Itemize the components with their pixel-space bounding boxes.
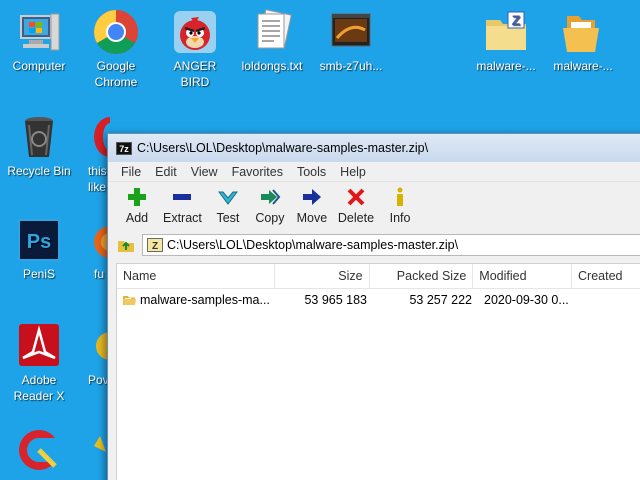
up-folder-button[interactable] <box>116 235 136 255</box>
row-packed-cell: 53 257 222 <box>409 293 472 307</box>
info-button[interactable]: Info <box>379 186 421 225</box>
desktop-icon-malware-zip[interactable]: Z malware-... <box>468 8 544 74</box>
folder-up-icon <box>118 241 134 252</box>
desktop-icon-label: malware-... <box>476 59 536 73</box>
desktop-icon-label: PeniS <box>22 267 56 281</box>
title-bar[interactable]: 7z C:\Users\LOL\Desktop\malware-samples-… <box>108 134 640 162</box>
svg-text:Z: Z <box>512 12 521 28</box>
chrome-icon <box>92 8 140 56</box>
svg-text:Z: Z <box>152 241 158 252</box>
desktop-icon-computer[interactable]: Computer <box>1 8 77 74</box>
desktop-icon-chrome[interactable]: Google Chrome <box>78 8 154 90</box>
table-row[interactable]: malware-samples-ma... 53 965 183 53 257 … <box>117 289 640 311</box>
file-list[interactable]: Name Size Packed Size Modified Created m… <box>116 263 640 480</box>
address-field[interactable]: Z C:\Users\LOL\Desktop\malware-samples-m… <box>142 234 640 256</box>
desktop-icon-smb[interactable]: smb-z7uh... <box>313 8 389 74</box>
move-label: Move <box>296 211 328 225</box>
desktop-icon-label: smb-z7uh... <box>319 59 383 73</box>
add-label: Add <box>125 211 149 225</box>
check-icon <box>217 191 238 205</box>
7zip-window[interactable]: 7z C:\Users\LOL\Desktop\malware-samples-… <box>107 133 640 480</box>
row-size-cell: 53 965 183 <box>304 293 367 307</box>
desktop-icon-loldongs[interactable]: loldongs.txt <box>234 8 310 74</box>
computer-icon <box>15 8 63 56</box>
menu-bar: File Edit View Favorites Tools Help <box>108 162 640 182</box>
column-packed-size[interactable]: Packed Size <box>370 264 474 288</box>
desktop-icon-label: Google Chrome <box>94 59 138 89</box>
desktop-icon-ccleaner[interactable] <box>1 426 77 476</box>
menu-file[interactable]: File <box>114 165 148 179</box>
menu-view[interactable]: View <box>184 165 225 179</box>
opera-icon <box>70 113 126 161</box>
plus-icon <box>128 188 146 206</box>
add-button[interactable]: Add <box>116 186 158 225</box>
column-created[interactable]: Created <box>572 264 640 288</box>
extract-button[interactable]: Extract <box>158 186 207 225</box>
row-modified-cell: 2020-09-30 0... <box>484 293 569 307</box>
column-name[interactable]: Name <box>117 264 275 288</box>
video-file-icon <box>327 8 375 56</box>
7zip-logo-icon: 7z <box>116 141 132 155</box>
menu-tools[interactable]: Tools <box>290 165 333 179</box>
column-size[interactable]: Size <box>275 264 370 288</box>
angry-bird-icon <box>171 8 219 56</box>
star-icon <box>70 426 110 474</box>
menu-help[interactable]: Help <box>333 165 373 179</box>
adobe-reader-icon <box>15 322 63 370</box>
window-title: C:\Users\LOL\Desktop\malware-samples-mas… <box>137 141 429 155</box>
text-file-icon <box>248 8 296 56</box>
info-icon <box>397 187 404 206</box>
menu-edit[interactable]: Edit <box>148 165 184 179</box>
address-text: C:\Users\LOL\Desktop\malware-samples-mas… <box>167 238 459 252</box>
toolbar: Add Extract Test Copy Move Delete Info <box>108 182 640 232</box>
copy-label: Copy <box>255 211 285 225</box>
move-button[interactable]: Move <box>291 186 333 225</box>
folder-icon <box>559 8 607 56</box>
test-button[interactable]: Test <box>207 186 249 225</box>
folder-icon <box>123 296 136 305</box>
extract-label: Extract <box>163 211 202 225</box>
menu-favorites[interactable]: Favorites <box>225 165 290 179</box>
desktop-icon-label: Pov <box>88 373 109 387</box>
desktop-icon-this-like[interactable]: this like <box>70 113 126 195</box>
file-list-header: Name Size Packed Size Modified Created <box>117 264 640 289</box>
desktop-icon-label: this like <box>88 164 107 194</box>
minus-icon <box>173 194 192 200</box>
svg-text:Ps: Ps <box>27 231 51 253</box>
desktop-icon-photoshop[interactable]: Ps PeniS <box>1 216 77 282</box>
delete-button[interactable]: Delete <box>333 186 379 225</box>
desktop-icon-anger-bird[interactable]: ANGER BIRD <box>157 8 233 90</box>
column-modified[interactable]: Modified <box>473 264 572 288</box>
copy-button[interactable]: Copy <box>249 186 291 225</box>
desktop-icon-label: loldongs.txt <box>241 59 303 73</box>
desktop-icon-malware-folder[interactable]: malware-... <box>545 8 621 74</box>
address-bar: Z C:\Users\LOL\Desktop\malware-samples-m… <box>108 232 640 258</box>
row-name-cell: malware-samples-ma... <box>117 293 277 307</box>
desktop-icon-adobe-reader[interactable]: Adobe Reader X <box>1 322 77 404</box>
arrow-right-icon <box>302 189 321 205</box>
recycle-bin-icon <box>15 113 63 161</box>
app-icon <box>70 322 124 370</box>
desktop-icon-label: malware-... <box>553 59 613 73</box>
desktop-icon-label: Recycle Bin <box>7 164 71 178</box>
desktop-icon-pow[interactable]: Pov <box>70 322 124 388</box>
desktop-icon-label: ANGER BIRD <box>173 59 217 89</box>
test-label: Test <box>216 211 240 225</box>
desktop-icon-label: fu <box>94 267 105 281</box>
photoshop-icon: Ps <box>15 216 63 264</box>
ccleaner-icon <box>15 426 63 474</box>
delete-label: Delete <box>337 211 375 225</box>
double-arrow-icon <box>260 189 281 205</box>
desktop-icon-partial[interactable] <box>70 426 110 476</box>
row-name-text: malware-samples-ma... <box>140 293 270 307</box>
info-label: Info <box>389 211 411 225</box>
zip-archive-icon: Z <box>147 238 163 252</box>
firefox-icon <box>70 216 126 264</box>
x-icon <box>347 188 365 206</box>
desktop-icon-label: Computer <box>12 59 66 73</box>
zip-folder-icon: Z <box>482 8 530 56</box>
desktop-icon-label: Adobe Reader X <box>13 373 65 403</box>
desktop-icon-fu[interactable]: fu <box>70 216 126 282</box>
desktop-icon-recycle-bin[interactable]: Recycle Bin <box>1 113 77 179</box>
